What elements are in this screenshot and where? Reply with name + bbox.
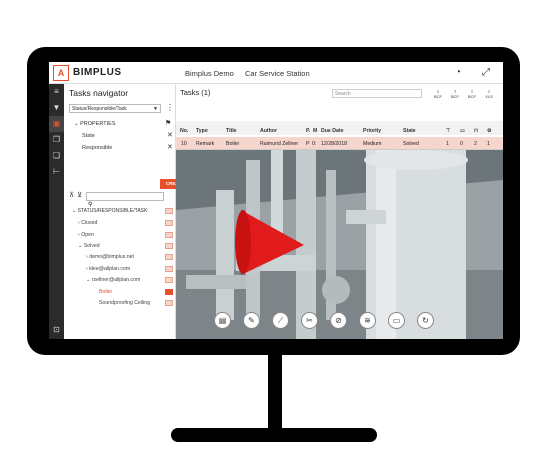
tasks-title: Tasks (1) [180, 88, 211, 97]
tasks-panel: Tasks (1) Search ⇩ BCF ⇧ BCF ⇧ BCF ⇩ XLS No.… [176, 84, 503, 150]
screen: A BIMPLUS Bimplus Demo Car Service Stati… [49, 62, 503, 339]
badge-icon [165, 277, 173, 283]
bcf-import-button[interactable]: ⇩ BCF [431, 89, 445, 99]
badge-icon [165, 300, 173, 306]
navigator-title: Tasks navigator [69, 88, 129, 98]
cell-state: Solved [403, 141, 419, 147]
badge-icon [165, 266, 173, 272]
grouping-value: Status/Responsible/Task [72, 106, 127, 112]
tasks-navigator: Tasks navigator Status/Responsible/Task … [64, 84, 190, 339]
logo-icon: A [53, 64, 69, 81]
col-title[interactable]: Title [226, 128, 237, 134]
tree-item-solved[interactable]: ⌄ Solved [78, 243, 100, 249]
expand-all-icon[interactable]: ⊻ [77, 191, 82, 199]
edit-icon[interactable]: ✎ [243, 312, 260, 329]
cell-priority: Medium [363, 141, 382, 147]
model-link[interactable]: Car Service Station [245, 69, 310, 78]
tree-item-open[interactable]: › Open [78, 232, 94, 238]
chevron-down-icon: ▼ [153, 106, 158, 112]
remove-responsible-icon[interactable]: ✕ [167, 143, 173, 151]
bcf-export-all-button[interactable]: ⇧ BCF [465, 89, 479, 99]
collapse-icon[interactable]: ⊼ [69, 191, 74, 199]
speedometer-icon[interactable]: ◔ [455, 67, 461, 78]
col-p[interactable]: P. [306, 128, 310, 134]
property-responsible: Responsible [82, 145, 113, 151]
col-state[interactable]: State [403, 128, 416, 134]
tree-item-boiler[interactable]: Boiler [99, 289, 112, 295]
tasks-icon[interactable]: ▣ [49, 116, 64, 132]
grouping-select[interactable]: Status/Responsible/Task ▼ [69, 104, 161, 113]
tree-item-rzellner[interactable]: ⌄ rzellner@allplan.com [86, 277, 140, 283]
hierarchy-icon[interactable]: ⊢ [49, 164, 64, 180]
cell-count-4: 1 [487, 141, 490, 147]
cell-count-2: 0 [460, 141, 463, 147]
xls-export-button[interactable]: ⇩ XLS [482, 89, 496, 99]
tree-item-soundproofing[interactable]: Soundproofing Ceiling [99, 300, 150, 306]
tree-tools: ⊼ ⊻ [69, 191, 82, 199]
bcf-export-button[interactable]: ⇧ BCF [448, 89, 462, 99]
col-type[interactable]: Type [196, 128, 208, 134]
tree-header[interactable]: ⌄ STATUS/RESPONSIBLE/TASK [72, 208, 147, 214]
properties-label: PROPERTIES [80, 121, 116, 127]
cell-p: P [306, 141, 310, 147]
layers-icon[interactable]: ≋ [359, 312, 376, 329]
filter-icon[interactable]: ▼ [49, 100, 64, 116]
camera-icon[interactable]: ▭ [388, 312, 405, 329]
clipboard-icon[interactable]: ▤ [214, 312, 231, 329]
refresh-icon[interactable]: ↻ [417, 312, 434, 329]
settings-icon[interactable]: ⚙ [487, 128, 492, 134]
cell-count-3: 2 [474, 141, 477, 147]
badge-icon [165, 232, 173, 238]
badge-icon [165, 243, 173, 249]
col-no[interactable]: No. [180, 128, 188, 134]
cell-type: Remark [196, 141, 215, 147]
cell-count-1: 1 [446, 141, 449, 147]
expand-icon[interactable]: ⤢ [482, 67, 490, 78]
badge-icon [165, 254, 173, 260]
monitor-stand-neck [268, 355, 282, 433]
project-link[interactable]: Bimplus Demo [185, 69, 234, 78]
tree-header-label: STATUS/RESPONSIBLE/TASK [77, 208, 148, 214]
col-due[interactable]: Due Date [321, 128, 344, 134]
logo-letter: A [57, 67, 65, 78]
cell-title: Boiler [226, 141, 240, 147]
clone-icon[interactable]: ❏ [49, 148, 64, 164]
col-author[interactable]: Author [260, 128, 277, 134]
filter-icon[interactable]: ⊤ [446, 128, 451, 134]
tree-item-klee[interactable]: › klee@allplan.com [86, 266, 130, 272]
hide-icon[interactable]: ⊘ [330, 312, 347, 329]
model-render [176, 150, 503, 339]
badge-icon [165, 208, 173, 214]
property-state: State [82, 133, 95, 139]
cell-author: Raimund Zellner [260, 141, 299, 147]
copy-icon[interactable]: ❐ [49, 132, 64, 148]
sidebar-icons: ≡ ▼ ▣ ❐ ❏ ⊢ ⊡ [49, 84, 64, 339]
tree-search-input[interactable]: ⚲ [86, 192, 164, 208]
monitor-stand-base [171, 428, 377, 442]
tag-icon[interactable]: ⚑ [165, 119, 171, 127]
app-header: A BIMPLUS Bimplus Demo Car Service Stati… [49, 62, 503, 84]
tasks-search-input[interactable]: Search [332, 89, 422, 98]
tree-item-closed[interactable]: › Closed [78, 220, 97, 226]
model-viewport[interactable]: ▤ ✎ ⟋ ✂ ⊘ ≋ ▭ ↻ [176, 150, 503, 339]
app-name: BIMPLUS [73, 67, 122, 78]
trash-icon[interactable]: ⊓ [474, 128, 478, 134]
cell-m: 0: [312, 141, 317, 147]
properties-toggle[interactable]: ⌄ PROPERTIES [74, 121, 116, 127]
badge-icon [165, 289, 173, 295]
cut-icon[interactable]: ✂ [301, 312, 318, 329]
kebab-menu-icon[interactable]: ⋮ [166, 103, 174, 112]
col-priority[interactable]: Priority [363, 128, 381, 134]
ruler-icon[interactable]: ⟋ [272, 312, 289, 329]
tree-item-demo[interactable]: › demo@bimplus.net [86, 254, 134, 260]
remove-state-icon[interactable]: ✕ [167, 131, 173, 139]
cell-no: 10 [181, 141, 187, 147]
col-m[interactable]: M [313, 128, 317, 134]
badge-icon [165, 220, 173, 226]
cart-icon[interactable]: ⊡ [49, 322, 64, 338]
cell-due: 12/28/2018 [321, 141, 347, 147]
comment-icon[interactable]: ▭ [460, 128, 465, 134]
layers-icon[interactable]: ≡ [49, 84, 64, 100]
